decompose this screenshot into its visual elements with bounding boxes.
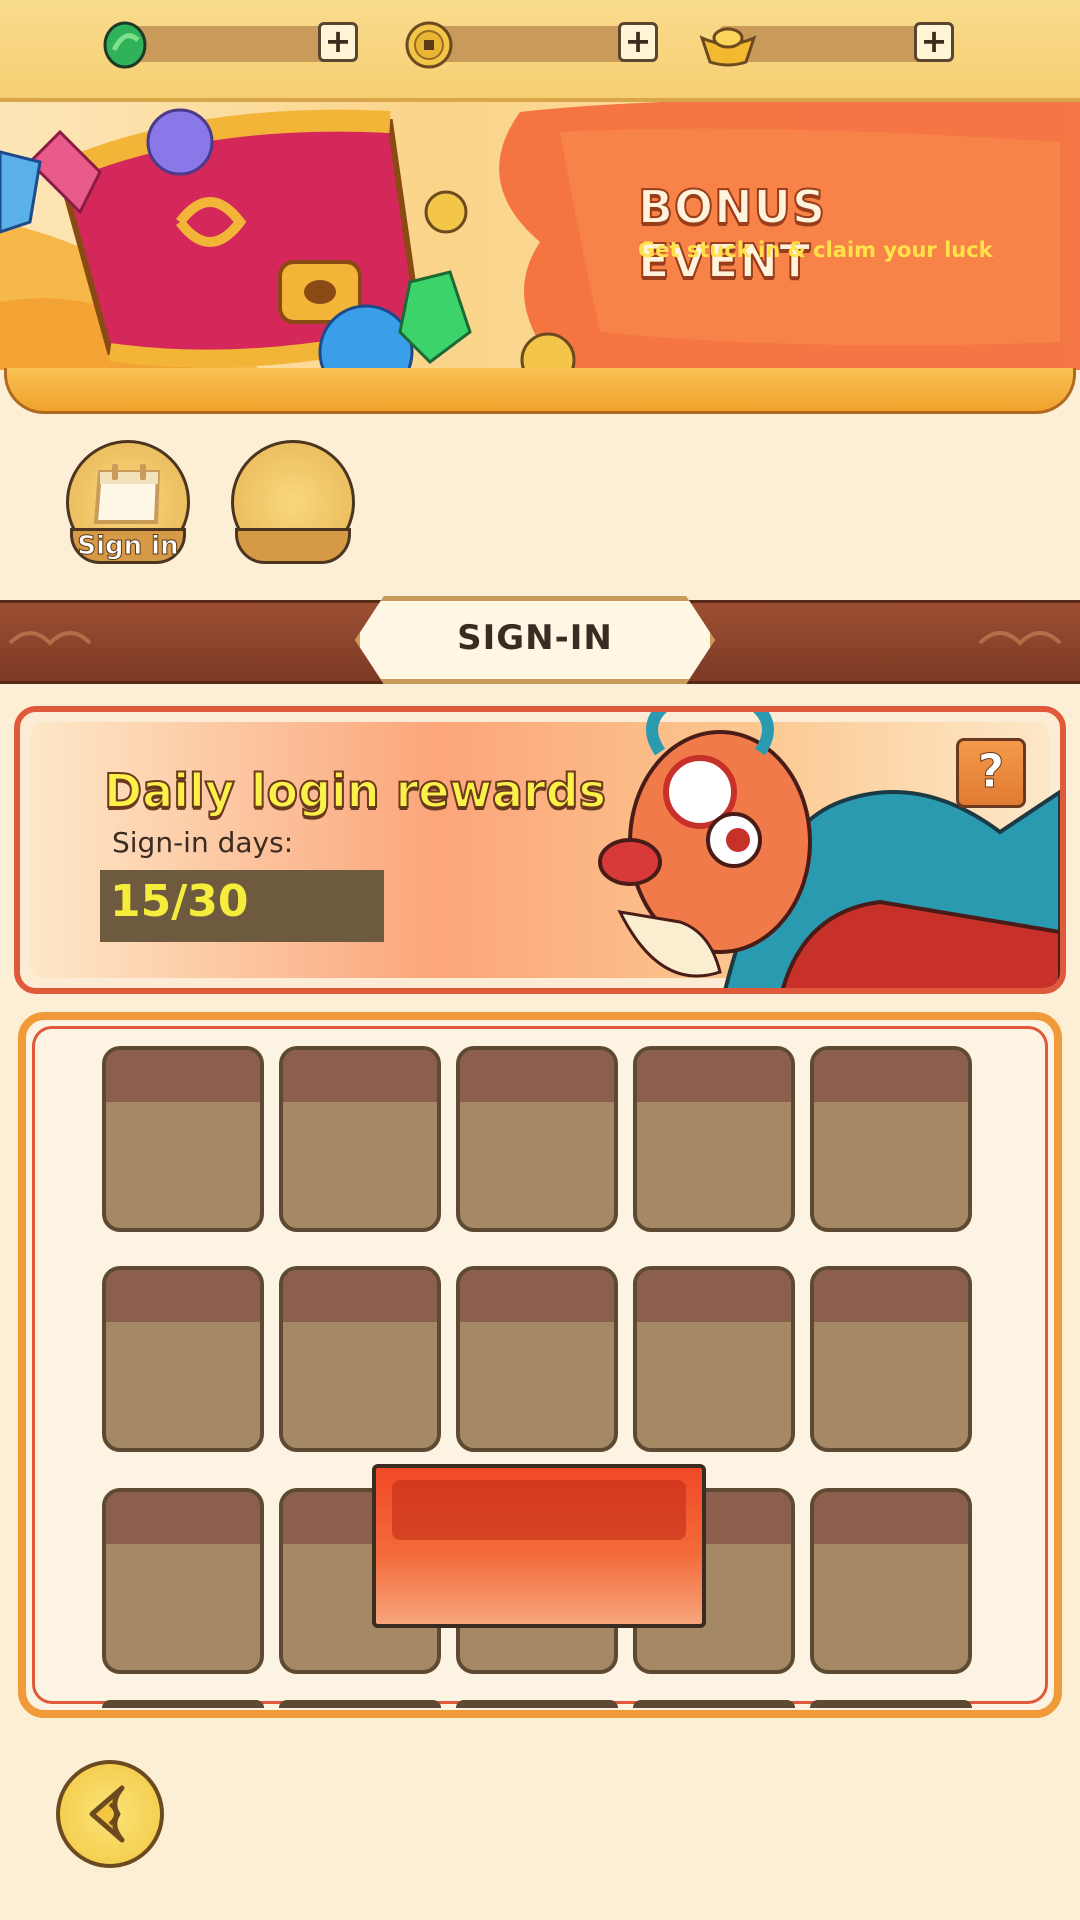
add-ingots-button[interactable]: + bbox=[914, 22, 954, 62]
bonus-event-subtitle: Get stuck in & claim your luck bbox=[638, 238, 993, 262]
reward-slot[interactable] bbox=[102, 1266, 264, 1452]
back-arrow-icon bbox=[89, 1785, 125, 1843]
reward-slot[interactable] bbox=[456, 1700, 618, 1708]
bonus-event-banner[interactable]: BONUS EVENT Get stuck in & claim your lu… bbox=[0, 102, 1080, 370]
sign-in-days-label: Sign-in days: bbox=[112, 826, 294, 859]
bonus-event-title: BONUS EVENT bbox=[637, 179, 827, 289]
claim-button[interactable] bbox=[372, 1464, 706, 1628]
reward-slot[interactable] bbox=[279, 1700, 441, 1708]
green-gem-icon bbox=[103, 21, 147, 69]
reward-slot[interactable] bbox=[279, 1266, 441, 1452]
currency-bar: + + + bbox=[0, 0, 1080, 102]
gold-ingot-icon bbox=[699, 27, 757, 67]
sign-in-days-value: 15/30 bbox=[110, 876, 249, 927]
reward-slot[interactable] bbox=[456, 1046, 618, 1232]
reward-slot[interactable] bbox=[810, 1700, 972, 1708]
ingot-counter: + bbox=[698, 22, 958, 67]
reward-slot[interactable] bbox=[633, 1700, 795, 1708]
add-gems-button[interactable]: + bbox=[318, 22, 358, 62]
reward-slot[interactable] bbox=[633, 1046, 795, 1232]
add-coins-button[interactable]: + bbox=[618, 22, 658, 62]
reward-slot[interactable] bbox=[102, 1700, 264, 1708]
reward-slot[interactable] bbox=[102, 1488, 264, 1674]
gold-coin-icon bbox=[405, 21, 453, 69]
section-title: SIGN-IN bbox=[457, 618, 613, 658]
tab-empty-label bbox=[235, 528, 351, 564]
reward-slot[interactable] bbox=[810, 1266, 972, 1452]
reward-slot[interactable] bbox=[810, 1488, 972, 1674]
reward-slot[interactable] bbox=[102, 1046, 264, 1232]
back-button[interactable] bbox=[56, 1760, 164, 1868]
reward-slot[interactable] bbox=[456, 1266, 618, 1452]
reward-slot[interactable] bbox=[633, 1266, 795, 1452]
coin-counter: + bbox=[404, 21, 664, 69]
gem-counter: + bbox=[100, 21, 360, 69]
tab-empty[interactable] bbox=[231, 440, 355, 564]
banner-frame-bottom bbox=[4, 368, 1076, 414]
tab-sign-in-label: Sign in bbox=[70, 528, 186, 564]
help-button[interactable]: ? bbox=[956, 738, 1026, 808]
reward-slot[interactable] bbox=[810, 1046, 972, 1232]
tab-sign-in[interactable]: Sign in bbox=[66, 440, 190, 564]
daily-rewards-title: Daily login rewards bbox=[103, 763, 607, 819]
reward-slot[interactable] bbox=[279, 1046, 441, 1232]
